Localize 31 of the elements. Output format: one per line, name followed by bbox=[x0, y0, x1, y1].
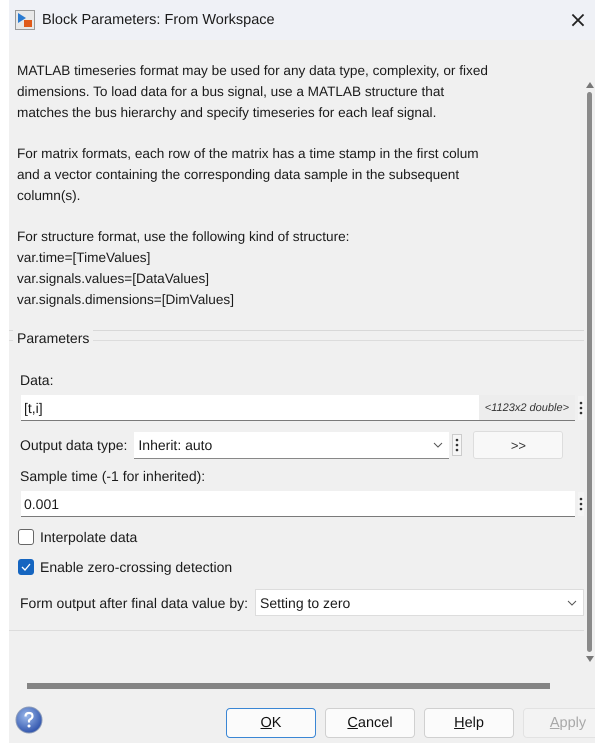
dialog-button[interactable]: Cancel bbox=[325, 708, 415, 738]
more-icon[interactable] bbox=[578, 492, 584, 516]
block-icon bbox=[15, 10, 35, 30]
field-label: Output data type: bbox=[20, 437, 128, 453]
output-type-dropdown[interactable]: Inherit: auto bbox=[134, 432, 450, 458]
description-paragraph: For structure format, use the following kind of structure: var.time=[TimeValues] var.signals.values=[DataValues] var.signals.dimensions=[DimValues] bbox=[17, 228, 350, 309]
window-title: Block Parameters: From Workspace bbox=[42, 12, 276, 28]
sample-time-field[interactable]: 0.001 bbox=[21, 491, 575, 517]
checkbox-label: Interpolate data bbox=[40, 529, 138, 545]
description-paragraph: For matrix formats, each row of the matrix has a time stamp in the first colum and a vector containing the corresponding data sample in the subsequent column(s). bbox=[17, 145, 480, 205]
dialog-button[interactable]: Help bbox=[424, 708, 514, 738]
field-label: Form output after final data value by: bbox=[20, 594, 248, 610]
horizontal-scrollbar[interactable] bbox=[27, 683, 550, 689]
checkbox[interactable] bbox=[18, 529, 34, 545]
chevron-down-icon bbox=[433, 442, 444, 448]
help-icon[interactable] bbox=[15, 706, 43, 734]
description-paragraph: MATLAB timeseries format may be used for any data type, complexity, or fixed dimensions. To load data for a bus signal, use a MATLAB structure that matches the bus hierarchy and specify timeseries for each leaf signal. bbox=[17, 62, 489, 122]
data-type-assistant-button[interactable]: >> bbox=[473, 431, 564, 459]
data-field[interactable]: [t,i] <1123x2 double> bbox=[21, 395, 575, 421]
dialog-button[interactable]: OK bbox=[226, 708, 316, 738]
form-output-dropdown[interactable]: Setting to zero bbox=[255, 589, 584, 616]
close-button[interactable]: × bbox=[561, 8, 595, 32]
checkbox[interactable] bbox=[18, 559, 34, 575]
group-legend: Parameters bbox=[13, 330, 94, 346]
field-label: Data: bbox=[20, 372, 54, 388]
more-icon[interactable] bbox=[452, 434, 462, 456]
checkbox-label: Enable zero-crossing detection bbox=[40, 559, 232, 575]
more-icon[interactable] bbox=[578, 396, 584, 420]
field-label: Sample time (-1 for inherited): bbox=[20, 468, 206, 484]
chevron-down-icon bbox=[567, 600, 577, 606]
value-hint: <1123x2 double> bbox=[478, 395, 575, 420]
